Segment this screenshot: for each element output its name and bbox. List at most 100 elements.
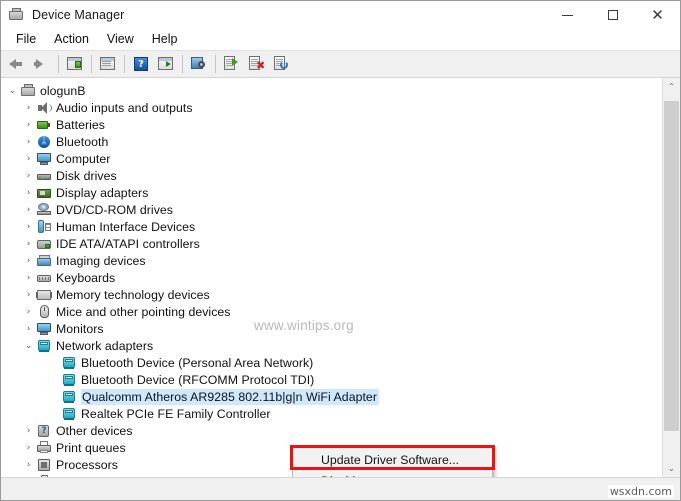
context-menu[interactable]: Update Driver Software...DisableUninstal… <box>292 447 493 477</box>
minimize-icon <box>562 14 573 16</box>
tree-item[interactable]: › Batteries <box>1 116 662 133</box>
toolbar-separator <box>58 55 59 73</box>
tree-item-label: Realtek PCIe FE Family Controller <box>81 406 271 421</box>
chevron-right-icon[interactable]: › <box>21 443 36 453</box>
tree-item[interactable]: Realtek PCIe FE Family Controller <box>1 405 662 422</box>
chevron-right-icon[interactable]: › <box>21 188 36 198</box>
chevron-right-icon[interactable]: › <box>21 103 36 113</box>
tree-item[interactable]: › Computer <box>1 150 662 167</box>
device-manager-icon <box>8 7 25 23</box>
chevron-down-icon[interactable]: ⌄ <box>5 86 20 96</box>
vertical-scrollbar[interactable]: ⌃ ⌄ <box>662 78 680 477</box>
scroll-up-icon[interactable]: ⌃ <box>663 78 680 95</box>
chevron-right-icon[interactable]: › <box>21 273 36 283</box>
tree-item-label: Bluetooth <box>56 134 109 149</box>
chevron-right-icon[interactable]: › <box>21 154 36 164</box>
tree-item[interactable]: › Human Interface Devices <box>1 218 662 235</box>
toolbar-separator <box>124 55 125 73</box>
tree-item-label: Bluetooth Device (RFCOMM Protocol TDI) <box>81 372 315 387</box>
chevron-down-icon[interactable]: ⌄ <box>21 341 36 351</box>
network-adapter-icon <box>61 372 77 388</box>
chevron-right-icon[interactable]: › <box>21 256 36 266</box>
tree-item-label: Monitors <box>56 321 104 336</box>
computer-icon <box>20 83 36 99</box>
other-device-icon: ? <box>36 423 52 439</box>
network-adapter-icon <box>36 338 52 354</box>
scrollbar-track[interactable] <box>663 95 680 460</box>
tree-item-label: Bluetooth Device (Personal Area Network) <box>81 355 314 370</box>
chevron-right-icon[interactable]: › <box>21 171 36 181</box>
tree-item[interactable]: Qualcomm Atheros AR9285 802.11b|g|n WiFi… <box>1 388 662 405</box>
minimize-button[interactable] <box>545 1 590 29</box>
tree-item-label: Keyboards <box>56 270 116 285</box>
maximize-button[interactable] <box>590 1 635 29</box>
chevron-right-icon[interactable]: › <box>21 222 36 232</box>
scanner-icon <box>36 253 52 269</box>
tree-item[interactable]: › Monitors <box>1 320 662 337</box>
toolbar-separator <box>91 55 92 73</box>
tree-root-node[interactable]: ⌄ ologunB <box>1 82 662 99</box>
chevron-right-icon[interactable]: › <box>21 120 36 130</box>
tree-item[interactable]: ›? Other devices <box>1 422 662 439</box>
chevron-right-icon[interactable]: › <box>21 137 36 147</box>
tree-item[interactable]: › Imaging devices <box>1 252 662 269</box>
tree-item[interactable]: ⌄ Network adapters <box>1 337 662 354</box>
tree-item[interactable]: › Mice and other pointing devices <box>1 303 662 320</box>
tree-item[interactable]: › IDE ATA/ATAPI controllers <box>1 235 662 252</box>
update-driver-icon[interactable] <box>154 53 178 75</box>
install-legacy-hardware-icon[interactable] <box>220 53 244 75</box>
back-icon[interactable] <box>5 53 29 75</box>
chevron-right-icon[interactable]: › <box>21 460 36 470</box>
tree-item[interactable]: › Display adapters <box>1 184 662 201</box>
network-adapter-icon <box>61 355 77 371</box>
tree-item-label: Other devices <box>56 423 133 438</box>
chevron-right-icon[interactable]: › <box>21 307 36 317</box>
device-tree[interactable]: ⌄ ologunB › Audio inputs and outputs › Batt… <box>1 78 662 477</box>
scroll-down-icon[interactable]: ⌄ <box>663 460 680 477</box>
chevron-right-icon[interactable]: › <box>21 205 36 215</box>
tree-item[interactable]: › DVD/CD-ROM drives <box>1 201 662 218</box>
context-menu-item[interactable]: Update Driver Software... <box>293 449 492 470</box>
tree-item-label: Imaging devices <box>56 253 146 268</box>
menu-bar: File Action View Help <box>1 29 680 50</box>
show-hide-console-tree-icon[interactable] <box>63 53 87 75</box>
scrollbar-thumb[interactable] <box>664 101 679 431</box>
tree-item[interactable]: Bluetooth Device (RFCOMM Protocol TDI) <box>1 371 662 388</box>
enable-device-icon[interactable] <box>270 53 294 75</box>
keyboard-icon <box>36 270 52 286</box>
tree-item[interactable]: Bluetooth Device (Personal Area Network) <box>1 354 662 371</box>
tree-item-label: Print queues <box>56 440 126 455</box>
mouse-icon <box>36 304 52 320</box>
chevron-right-icon[interactable]: › <box>21 324 36 334</box>
tree-item[interactable]: › Memory technology devices <box>1 286 662 303</box>
printer-icon <box>36 440 52 456</box>
tree-item[interactable]: › ᛦ Bluetooth <box>1 133 662 150</box>
chevron-right-icon[interactable]: › <box>21 290 36 300</box>
toolbar-separator <box>182 55 183 73</box>
context-menu-item[interactable]: Disable <box>293 470 492 478</box>
menu-file[interactable]: File <box>7 30 45 49</box>
chevron-right-icon[interactable]: › <box>21 239 36 249</box>
tree-item[interactable]: › Disk drives <box>1 167 662 184</box>
tree-item[interactable]: › Audio inputs and outputs <box>1 99 662 116</box>
menu-action[interactable]: Action <box>45 30 98 49</box>
chevron-right-icon[interactable]: › <box>21 477 36 478</box>
tree-item-label: Mice and other pointing devices <box>56 304 231 319</box>
toolbar: ? ✖ <box>1 50 680 78</box>
tree-item-label: Memory technology devices <box>56 287 210 302</box>
menu-help[interactable]: Help <box>143 30 187 49</box>
menu-view[interactable]: View <box>98 30 143 49</box>
help-icon[interactable]: ? <box>129 53 153 75</box>
window-title: Device Manager <box>32 8 125 22</box>
chevron-right-icon[interactable]: › <box>21 426 36 436</box>
properties-icon[interactable] <box>96 53 120 75</box>
close-button[interactable]: ✕ <box>635 1 680 29</box>
tree-item-label: DVD/CD-ROM drives <box>56 202 173 217</box>
tree-item[interactable]: › Keyboards <box>1 269 662 286</box>
forward-icon[interactable] <box>30 53 54 75</box>
uninstall-device-icon[interactable]: ✖ <box>245 53 269 75</box>
speaker-icon <box>36 100 52 116</box>
scan-for-hardware-changes-icon[interactable] <box>187 53 211 75</box>
status-bar <box>1 477 680 500</box>
device-manager-window: Device Manager ✕ File Action View Help ?… <box>0 0 681 501</box>
